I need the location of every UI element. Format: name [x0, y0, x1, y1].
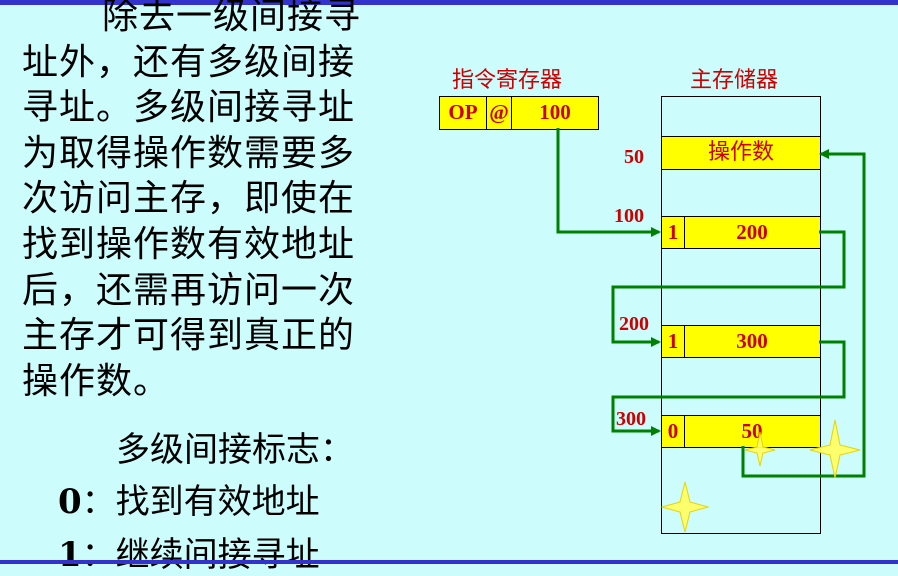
- arrow-300-to-50: [741, 149, 866, 478]
- arrow-200-to-300: [611, 340, 846, 436]
- arrow-ir-to-100: [556, 128, 661, 237]
- indirection-arrows: [556, 128, 866, 533]
- arrow-100-to-200: [611, 230, 846, 347]
- bottom-bar: [0, 560, 898, 564]
